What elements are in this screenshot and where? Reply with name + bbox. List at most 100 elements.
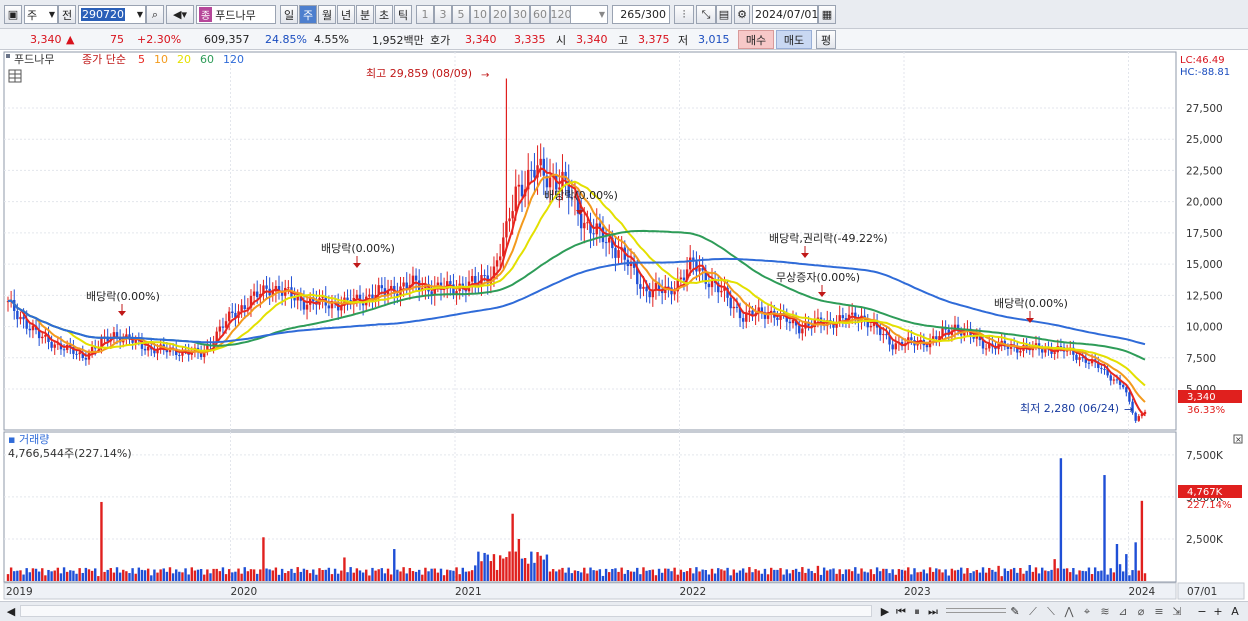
volume-bar	[53, 570, 56, 581]
volume-bar	[1131, 570, 1134, 581]
period-tab[interactable]: 주	[299, 5, 317, 24]
sell-button[interactable]: 매도	[776, 30, 812, 49]
interval-button[interactable]: 20	[490, 5, 510, 24]
draw-tool-icon[interactable]: ≋	[1098, 604, 1112, 619]
candle-body	[498, 256, 502, 261]
x-tick-label: 2022	[680, 586, 707, 598]
zoom-in-icon[interactable]: +	[1212, 604, 1224, 619]
period-tab[interactable]: 월	[318, 5, 336, 24]
volume-bar	[87, 569, 91, 581]
save-icon[interactable]: ▤	[716, 5, 732, 24]
candle-body	[798, 325, 801, 334]
draw-tool-icon[interactable]: ⟋	[1026, 604, 1040, 619]
interval-button[interactable]: 3	[434, 5, 452, 24]
volume-bar	[284, 573, 287, 581]
period-tab[interactable]: 년	[337, 5, 355, 24]
volume-bar	[408, 568, 412, 581]
stock-code-input[interactable]: 290720 ▼	[78, 5, 146, 24]
price-volume-chart[interactable]: 배당락(0.00%) 배당락(0.00%) 배당락(0.00%) 배당락,권리락(-4…	[0, 51, 1248, 603]
volume-bar	[748, 567, 751, 581]
close-panel-icon-glyph: ×	[1235, 435, 1242, 444]
draw-tool-icon[interactable]: ⇲	[1170, 604, 1184, 619]
volume-bar	[59, 573, 63, 581]
volume-bar	[100, 501, 103, 581]
interval-button[interactable]: 5	[452, 5, 470, 24]
volume-bar	[1006, 571, 1010, 581]
candle-body	[925, 345, 929, 348]
ma-legend-item: 20	[177, 53, 191, 66]
calendar-icon[interactable]: ▦	[818, 5, 836, 24]
volume-bar	[203, 574, 206, 581]
volume-bar	[467, 571, 471, 581]
draw-tool-icon[interactable]: ⊿	[1116, 604, 1130, 619]
search-icon[interactable]: ⌕	[146, 5, 164, 24]
scroll-right-icon[interactable]: ▶	[878, 604, 892, 619]
draw-tool-icon[interactable]: ⌀	[1134, 604, 1148, 619]
candle-body	[748, 310, 751, 313]
volume-bar	[265, 568, 268, 581]
prev-button[interactable]: 전	[58, 5, 76, 24]
scroll-left-icon[interactable]: ◀	[4, 604, 18, 619]
draw-tool-icon[interactable]: ⌖	[1080, 604, 1094, 619]
scroll-track[interactable]	[20, 605, 872, 617]
volume-bar	[773, 569, 776, 581]
volume-bar	[436, 572, 440, 581]
eval-button[interactable]: 평	[816, 30, 836, 49]
pencil-icon[interactable]: ✎	[1008, 604, 1022, 619]
candle-type-icon[interactable]: ⫶	[674, 5, 694, 24]
sound-icon[interactable]: ◀▾	[166, 5, 194, 24]
zoom-slider[interactable]	[946, 608, 1006, 613]
interval-custom-select[interactable]: ▼	[570, 5, 608, 24]
interval-button[interactable]: 1	[416, 5, 434, 24]
draw-tool-icon[interactable]: ⟍	[1044, 604, 1058, 619]
draw-tool-icon[interactable]: ⋀	[1062, 604, 1076, 619]
candle-body	[1100, 367, 1103, 370]
volume-bar	[13, 571, 16, 581]
period-tab[interactable]: 분	[356, 5, 374, 24]
volume-bar	[492, 554, 496, 581]
period-tab[interactable]: 일	[280, 5, 298, 24]
candle-body	[293, 297, 296, 301]
interval-button[interactable]: 120	[550, 5, 572, 24]
period-select[interactable]: 주 ▼	[24, 5, 58, 24]
volume-bar	[327, 567, 331, 581]
crosshair-icon[interactable]: ⤡	[696, 5, 716, 24]
layout-icon[interactable]: ▣	[4, 5, 22, 24]
auto-icon[interactable]: A	[1228, 604, 1242, 619]
volume-bar	[875, 567, 879, 581]
date-field[interactable]: 2024/07/01	[752, 5, 818, 24]
candle-body	[1103, 369, 1106, 371]
count-field[interactable]: 265/300	[612, 5, 670, 24]
interval-button[interactable]: 60	[530, 5, 550, 24]
last-page-icon[interactable]: ⏭	[926, 604, 940, 619]
buy-button[interactable]: 매수	[738, 30, 774, 49]
period-tab[interactable]: 초	[375, 5, 393, 24]
panel-handle-icon[interactable]	[6, 54, 10, 58]
candle-body	[449, 281, 452, 285]
first-page-icon[interactable]: ⏮	[894, 604, 908, 619]
volume-bar	[218, 571, 222, 581]
volume-bar	[573, 570, 577, 581]
stock-name-field[interactable]: 종 푸드나무	[196, 5, 276, 24]
count-value: 265	[620, 8, 642, 21]
volume-bar	[1069, 572, 1072, 581]
volume-bar	[252, 569, 256, 581]
volume-bar	[495, 569, 499, 581]
draw-tool-icon[interactable]: ≡	[1152, 604, 1166, 619]
candle-body	[791, 319, 795, 324]
volume-bar	[1028, 565, 1031, 581]
candle-body	[22, 316, 25, 320]
candle-body	[178, 355, 181, 357]
interval-button[interactable]: 10	[470, 5, 490, 24]
gear-icon[interactable]: ⚙	[734, 5, 750, 24]
candle-body	[50, 341, 53, 348]
volume-bar	[72, 570, 75, 581]
volume-bar	[343, 557, 346, 581]
interval-button[interactable]: 30	[510, 5, 530, 24]
volume-bar	[430, 568, 433, 581]
period-tab[interactable]: 틱	[394, 5, 412, 24]
volume-bar	[1112, 572, 1116, 581]
pause-icon[interactable]: ⏸	[910, 604, 924, 619]
zoom-out-icon[interactable]: −	[1196, 604, 1208, 619]
x-tick-label: 2023	[904, 586, 931, 598]
